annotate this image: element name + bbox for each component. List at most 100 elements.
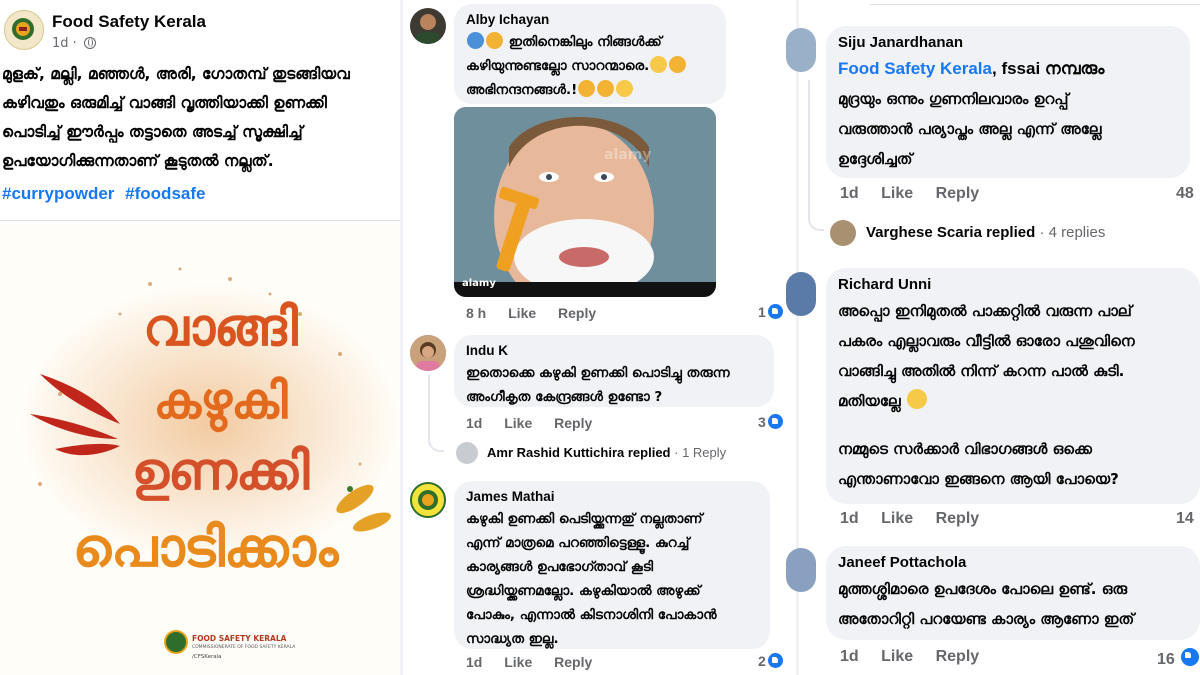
commenter-name[interactable]: Siju Janardhanan: [838, 34, 1178, 51]
view-replies-link[interactable]: Varghese Scaria replied · 4 replies: [866, 224, 1105, 241]
like-button[interactable]: Like: [881, 185, 913, 202]
like-reaction-icon: [767, 414, 783, 429]
poster-word-wash: കഴുകി: [153, 372, 287, 430]
comment-time[interactable]: 1d: [840, 648, 859, 665]
reply-button[interactable]: Reply: [554, 654, 592, 670]
avatar[interactable]: [410, 8, 446, 44]
avatar[interactable]: [410, 335, 446, 371]
comment-line: ഇതിനെങ്കിലും നിങ്ങൾക്ക്: [508, 34, 662, 50]
reaction-count[interactable]: 48: [1176, 185, 1194, 203]
comment-text: അപ്പൊ ഇനിമുതൽ പാക്കറ്റിൽ വരുന്ന പാല് പകര…: [838, 296, 1188, 494]
thumbs-up-emoji-icon: [669, 56, 687, 73]
comment-image[interactable]: alamy alamy: [454, 107, 716, 297]
meme-graphic: [454, 107, 716, 297]
post-body-line: പൊടിച്ച് ഈർപ്പം തട്ടാതെ അടച്ച് സൂക്ഷിച്ച…: [2, 123, 303, 141]
comment-text: ഇതൊക്കെ കഴുകി ഉണക്കി പൊടിച്ചു തരുന്ന അംഗ…: [466, 361, 762, 409]
mention-link[interactable]: Food Safety Kerala: [838, 59, 992, 78]
reaction-count[interactable]: 2: [758, 653, 783, 669]
view-replies-link[interactable]: Amr Rashid Kuttichira replied · 1 Reply: [487, 445, 726, 460]
commenter-name[interactable]: Alby Ichayan: [466, 12, 714, 27]
clap-emoji-icon: [597, 80, 615, 97]
watermark: alamy: [604, 147, 652, 163]
poster-logo-sub: COMMISSIONERATE OF FOOD SAFETY KERALA: [192, 645, 296, 650]
comment-bubble: Richard Unni അപ്പൊ ഇനിമുതൽ പാക്കറ്റിൽ വര…: [826, 268, 1200, 504]
commenter-name[interactable]: Indu K: [466, 343, 762, 358]
post-body: മുളക്, മല്ലി, മഞ്ഞൾ, അരി, ഗോതമ്പ് തുടങ്ങ…: [2, 60, 396, 176]
comment-line: കഴിയുന്നുണ്ടല്ലോ സാറന്മാരെ.: [466, 58, 650, 74]
reply-button[interactable]: Reply: [936, 510, 980, 527]
avatar[interactable]: [786, 548, 816, 592]
reply-count: · 4 replies: [1039, 224, 1106, 241]
comment-line: സാദ്ധ്യത ഇല്ല.: [466, 631, 559, 647]
poster-logo-title: FOOD SAFETY KERALA: [192, 634, 287, 643]
comment-actions: 1d Like Reply: [840, 510, 997, 528]
comment-text: മുത്തശ്ശിമാരെ ഉപദേശം പോലെ ഉണ്ട്. ഒരു അതോ…: [838, 574, 1188, 634]
page-avatar[interactable]: [4, 10, 44, 50]
page-name[interactable]: Food Safety Kerala: [52, 12, 206, 32]
commenter-name[interactable]: Richard Unni: [838, 276, 1188, 293]
comment-line: , fssai നമ്പരും: [992, 59, 1105, 78]
like-button[interactable]: Like: [504, 654, 532, 670]
reply-button[interactable]: Reply: [936, 648, 980, 665]
comment-time[interactable]: 1d: [840, 510, 859, 527]
muscle-emoji-icon: [486, 32, 503, 49]
comment-line: ഇതൊക്കെ കഴുകി ഉണക്കി പൊടിച്ചു തരുന്ന: [466, 365, 730, 381]
poster-logo: FOOD SAFETY KERALA COMMISSIONERATE OF FO…: [164, 628, 295, 668]
avatar[interactable]: [410, 482, 446, 518]
comment-time[interactable]: 1d: [466, 654, 482, 670]
post-time[interactable]: 1d ·: [52, 36, 77, 51]
comment-actions: 1d Like Reply: [466, 654, 610, 670]
poster-logo-social: /CFSKerala: [192, 654, 222, 660]
comment-time[interactable]: 1d: [466, 415, 482, 431]
post-meta: 1d ·: [52, 36, 96, 51]
divider: [0, 220, 400, 221]
avatar[interactable]: [830, 220, 856, 246]
comment-line: വാങ്ങിച്ചു അതിൽ നിന്ന് കറന്ന പാൽ കുടി.: [838, 362, 1125, 380]
reaction-number: 16: [1157, 651, 1175, 668]
thread-line: [808, 80, 810, 216]
like-reaction-icon: [1181, 648, 1200, 666]
reply-button[interactable]: Reply: [936, 185, 980, 202]
avatar[interactable]: [786, 272, 816, 316]
reaction-count[interactable]: 16: [1157, 648, 1200, 669]
image-source-tag: alamy: [462, 278, 496, 289]
comment-line: മുദ്രയും ഒന്നും ഗുണനിലവാരം ഉറപ്പ്: [838, 90, 1069, 108]
reaction-number: 2: [758, 653, 766, 669]
hashtag-link[interactable]: #currypowder: [2, 184, 114, 203]
reply-box-edge: [870, 0, 1200, 5]
poster-word-buy: വാങ്ങി: [143, 298, 298, 358]
comment-line: ശ്രദ്ധിയ്ക്കണമല്ലോ. കഴുകിയാൽ അഴുക്ക്: [466, 583, 701, 599]
reply-button[interactable]: Reply: [554, 415, 592, 431]
reaction-number: 1: [758, 304, 766, 320]
hashtag-link[interactable]: #foodsafe: [125, 184, 205, 203]
comment-bubble: Siju Janardhanan Food Safety Kerala, fss…: [826, 26, 1190, 178]
comment-time[interactable]: 1d: [840, 185, 859, 202]
like-button[interactable]: Like: [881, 510, 913, 527]
post-panel: Food Safety Kerala 1d · മുളക്, മല്ലി, മഞ…: [0, 0, 400, 675]
replier-name: Amr Rashid Kuttichira: [487, 445, 625, 460]
like-button[interactable]: Like: [881, 648, 913, 665]
like-button[interactable]: Like: [508, 305, 536, 321]
reaction-count[interactable]: 14: [1176, 510, 1194, 528]
avatar[interactable]: [786, 28, 816, 72]
comment-line: പോകും, എന്നാൽ കിടനാശിനി പോകാൻ: [466, 607, 717, 623]
replied-label: replied: [986, 224, 1036, 241]
comment-line: എന്ന് മാത്രമെ പറഞ്ഞിട്ടെള്ളൂ. കുറച്ച്: [466, 535, 690, 551]
comment-line: കഴുകി ഉണക്കി പെടിയ്ക്കുന്നതു് നല്ലതാണ്: [466, 511, 703, 527]
avatar[interactable]: [456, 442, 478, 464]
reply-button[interactable]: Reply: [558, 305, 596, 321]
post-body-line: ഉപയോഗിക്കുന്നതാണ് കൂടുതൽ നല്ലത്.: [2, 152, 274, 170]
reaction-count[interactable]: 3: [758, 414, 783, 430]
reaction-number: 3: [758, 414, 766, 430]
commenter-name[interactable]: Janeef Pottachola: [838, 554, 1188, 571]
commenter-name[interactable]: James Mathai: [466, 489, 758, 504]
comment-bubble: Alby Ichayan ഇതിനെങ്കിലും നിങ്ങൾക്ക് കഴി…: [454, 4, 726, 104]
person-emoji-icon: [467, 32, 484, 49]
post-image[interactable]: വാങ്ങി കഴുകി ഉണക്കി പൊടിക്കാം FOOD SAFET…: [0, 224, 400, 675]
like-button[interactable]: Like: [504, 415, 532, 431]
comment-text: ഇതിനെങ്കിലും നിങ്ങൾക്ക് കഴിയുന്നുണ്ടല്ലോ…: [466, 30, 714, 102]
comment-line: അപ്പൊ ഇനിമുതൽ പാക്കറ്റിൽ വരുന്ന പാല്: [838, 302, 1132, 320]
reaction-count[interactable]: 1: [758, 304, 783, 320]
like-reaction-icon: [767, 653, 783, 668]
comment-time[interactable]: 8 h: [466, 305, 486, 321]
